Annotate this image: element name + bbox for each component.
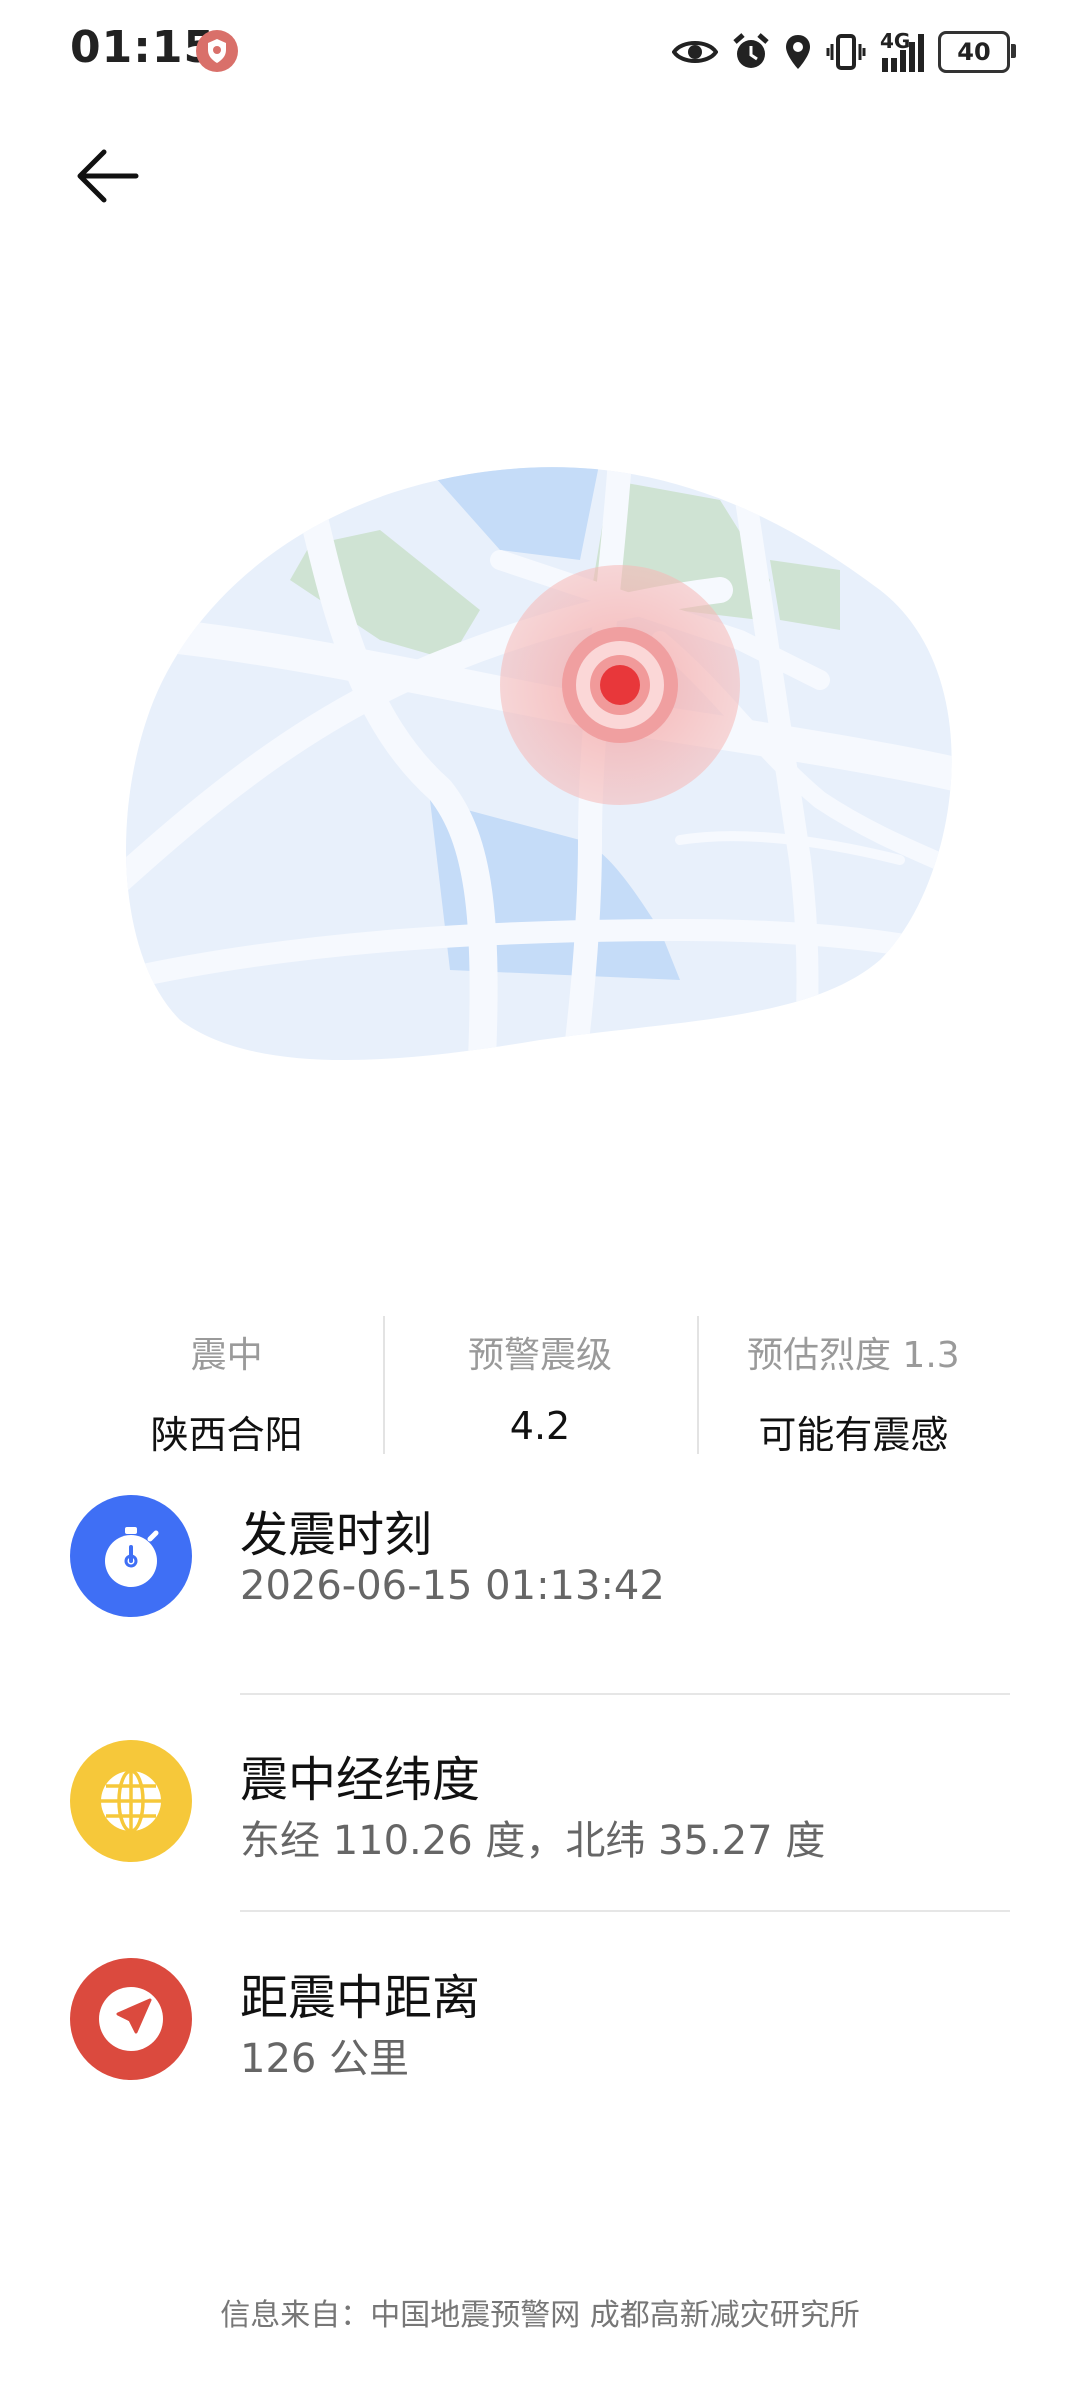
arrow-left-icon xyxy=(77,149,139,203)
epicenter-marker xyxy=(500,565,740,805)
status-bar: 01:15 4G 40 xyxy=(0,0,1080,110)
distance-title: 距震中距离 xyxy=(240,1970,481,2026)
epicenter-value: 陕西合阳 xyxy=(150,1413,303,1457)
signal-icon: 4G xyxy=(880,29,924,72)
coordinates-title: 震中经纬度 xyxy=(240,1752,481,1808)
eye-icon xyxy=(672,41,718,63)
status-time: 01:15 xyxy=(70,22,216,73)
shield-icon xyxy=(196,30,238,72)
globe-icon xyxy=(70,1740,192,1862)
alarm-icon xyxy=(733,33,769,68)
vibrate-icon xyxy=(826,34,866,70)
origin-time-value: 2026-06-15 01:13:42 xyxy=(240,1563,665,1609)
detail-row-distance: 距震中距离 126 公里 xyxy=(70,1958,1010,2158)
divider xyxy=(240,1693,1010,1695)
magnitude-label: 预警震级 xyxy=(467,1335,612,1376)
back-button[interactable] xyxy=(72,140,144,212)
navigation-arrow-icon xyxy=(70,1958,192,2080)
summary-magnitude: 预警震级 4.2 xyxy=(383,1310,696,1460)
earthquake-summary: 震中 陕西合阳 预警震级 4.2 预估烈度 1.3 可能有震感 xyxy=(70,1310,1010,1460)
battery-level: 40 xyxy=(957,38,991,66)
source-footer: 信息来自：中国地震预警网 成都高新减灾研究所 xyxy=(220,2298,860,2333)
magnitude-value: 4.2 xyxy=(509,1404,571,1448)
intensity-value: 可能有震感 xyxy=(758,1413,949,1457)
network-type-label: 4G xyxy=(880,29,911,53)
distance-value: 126 公里 xyxy=(240,2036,410,2082)
location-icon xyxy=(786,35,810,69)
origin-time-title: 发震时刻 xyxy=(240,1507,433,1563)
stopwatch-icon xyxy=(70,1495,192,1617)
intensity-label: 预估烈度 1.3 xyxy=(746,1335,960,1376)
detail-row-origin-time: 发震时刻 2026-06-15 01:13:42 xyxy=(70,1495,1010,1695)
battery-icon: 40 xyxy=(938,31,1016,73)
divider xyxy=(240,1910,1010,1912)
summary-intensity: 预估烈度 1.3 可能有震感 xyxy=(696,1310,1010,1460)
epicenter-map xyxy=(120,460,960,1100)
coordinates-value: 东经 110.26 度，北纬 35.27 度 xyxy=(240,1818,826,1864)
epicenter-label: 震中 xyxy=(190,1335,263,1376)
status-icons: 4G 40 xyxy=(672,24,1016,80)
summary-epicenter: 震中 陕西合阳 xyxy=(70,1310,383,1460)
